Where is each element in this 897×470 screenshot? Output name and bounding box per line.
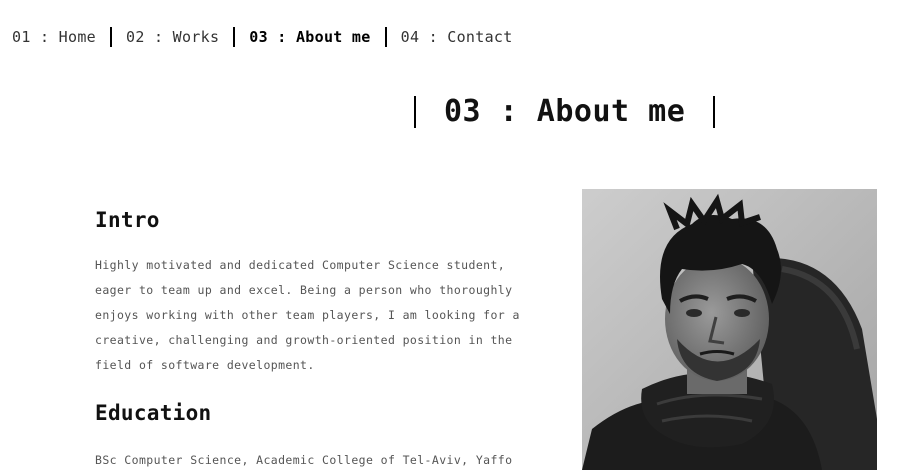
portrait-illustration [582, 189, 877, 470]
title-bar-right [713, 96, 716, 128]
nav-item-contact[interactable]: 04 : Contact [387, 26, 527, 48]
nav-item-works[interactable]: 02 : Works [112, 26, 233, 48]
page-title-block: 03 : About me [414, 94, 716, 129]
nav-item-about[interactable]: 03 : About me [235, 26, 384, 48]
intro-heading: Intro [95, 208, 160, 232]
top-nav: 01 : Home 02 : Works 03 : About me 04 : … [12, 26, 527, 48]
about-content: Intro Highly motivated and dedicated Com… [95, 205, 535, 470]
education-heading: Education [95, 401, 212, 425]
education-text: BSc Computer Science, Academic College o… [95, 453, 513, 467]
page: 01 : Home 02 : Works 03 : About me 04 : … [0, 0, 897, 470]
page-title: 03 : About me [444, 94, 686, 129]
nav-item-home[interactable]: 01 : Home [12, 26, 110, 48]
intro-text: Highly motivated and dedicated Computer … [95, 258, 520, 372]
profile-photo [582, 189, 877, 470]
